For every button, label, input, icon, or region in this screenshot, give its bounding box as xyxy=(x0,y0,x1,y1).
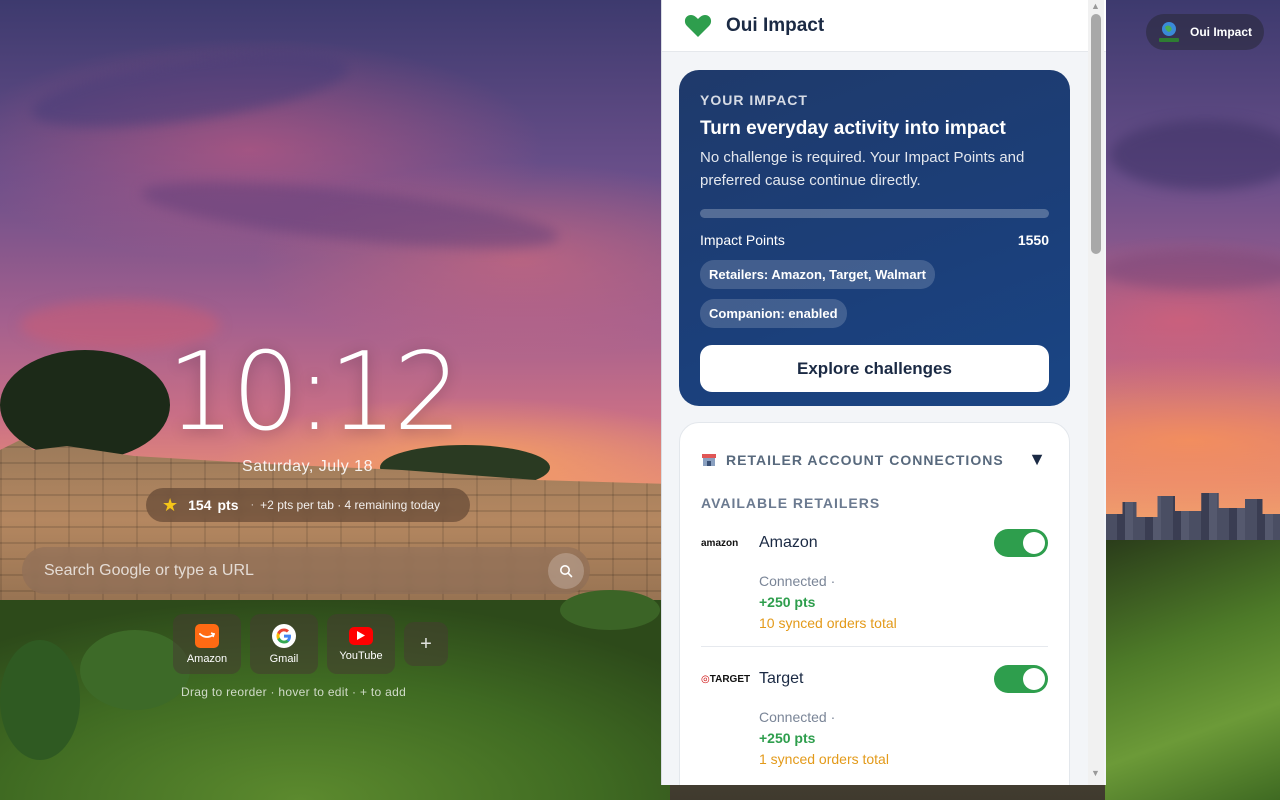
oui-impact-panel: Oui Impact YOUR IMPACT Turn everyday act… xyxy=(661,0,1106,785)
search-bar xyxy=(22,547,590,594)
impact-eyebrow: YOUR IMPACT xyxy=(700,92,808,108)
target-connection-toggle[interactable] xyxy=(994,665,1048,693)
retailers-chip: Retailers: Amazon, Target, Walmart xyxy=(700,260,935,289)
points-value: 154 xyxy=(188,497,212,513)
impact-points-row: Impact Points 1550 xyxy=(700,232,1049,248)
retailer-name: Target xyxy=(759,670,804,687)
retailer-row-amazon: amazon Amazon Connected · +250 pts 10 sy… xyxy=(701,511,1048,647)
google-icon xyxy=(272,623,296,648)
panel-header: Oui Impact xyxy=(662,0,1106,52)
impact-chips: Retailers: Amazon, Target, Walmart Compa… xyxy=(700,248,1049,328)
points-pill[interactable]: ★ 154 pts · +2 pts per tab · 4 remaining… xyxy=(146,488,470,522)
retailer-row-target: ◎TARGET Target Connected · +250 pts 1 sy… xyxy=(701,647,1048,782)
search-icon xyxy=(560,564,573,577)
bush xyxy=(560,590,660,630)
shortcut-amazon[interactable]: Amazon xyxy=(173,614,241,674)
star-icon: ★ xyxy=(162,494,179,515)
badge-label: Oui Impact xyxy=(1190,25,1253,39)
scroll-down-arrow-icon[interactable]: ▼ xyxy=(1091,768,1100,778)
impact-card: YOUR IMPACT Turn everyday activity into … xyxy=(679,70,1070,406)
amazon-logo: amazon xyxy=(701,537,739,549)
impact-description: No challenge is required. Your Impact Po… xyxy=(700,149,1025,189)
oui-impact-logo-icon xyxy=(1159,22,1179,42)
retailer-orders: 1 synced orders total xyxy=(759,751,889,767)
shortcuts-row: Amazon Gmail YouTube + xyxy=(173,614,448,674)
impact-points-value: 1550 xyxy=(1017,232,1049,248)
impact-title: Turn everyday activity into impact xyxy=(700,118,1006,139)
points-separator: · xyxy=(250,499,255,511)
shortcut-label: Amazon xyxy=(186,652,228,665)
companion-chip: Companion: enabled xyxy=(700,299,847,328)
search-button[interactable] xyxy=(548,552,584,589)
panel-title: Oui Impact xyxy=(726,14,825,36)
target-logo-text: TARGET xyxy=(709,673,751,685)
shortcut-label: Gmail xyxy=(269,652,299,665)
retailer-points: +250 pts xyxy=(759,730,816,746)
shortcut-label: YouTube xyxy=(339,649,383,662)
shortcut-gmail[interactable]: Gmail xyxy=(250,614,318,674)
clock-date: Saturday, July 18 xyxy=(242,458,373,475)
bush xyxy=(0,640,80,760)
points-detail: +2 pts per tab · 4 remaining today xyxy=(260,498,440,512)
retailer-points: +250 pts xyxy=(759,594,816,610)
retailer-status: Connected · xyxy=(759,709,836,725)
heart-icon xyxy=(684,14,712,37)
retailer-connections-card: RETAILER ACCOUNT CONNECTIONS ▼ AVAILABLE… xyxy=(679,422,1070,785)
retailer-status: Connected · xyxy=(759,573,836,589)
shortcut-youtube[interactable]: YouTube xyxy=(327,614,395,674)
add-shortcut-button[interactable]: + xyxy=(404,622,448,666)
amazon-connection-toggle[interactable] xyxy=(994,529,1048,557)
panel-scrollbar[interactable]: ▲ ▼ xyxy=(1088,0,1104,785)
grass-hill xyxy=(1105,540,1280,800)
retailer-connections-header[interactable]: RETAILER ACCOUNT CONNECTIONS ▼ xyxy=(701,449,1048,470)
search-input[interactable] xyxy=(44,561,548,580)
clock-time: 10:12 xyxy=(166,330,462,455)
impact-progress-bar xyxy=(700,209,1049,218)
target-logo: ◎TARGET xyxy=(701,673,751,685)
shortcut-hint: Drag to reorder · hover to edit · + to a… xyxy=(181,685,407,699)
retailer-connections-title: RETAILER ACCOUNT CONNECTIONS xyxy=(726,451,1004,468)
amazon-icon xyxy=(195,623,219,648)
impact-points-label: Impact Points xyxy=(700,232,785,248)
points-unit: pts xyxy=(217,497,239,513)
youtube-icon xyxy=(349,626,373,645)
oui-impact-badge[interactable]: Oui Impact xyxy=(1146,14,1264,50)
store-icon xyxy=(702,453,716,466)
explore-challenges-button[interactable]: Explore challenges xyxy=(700,345,1049,392)
retailer-orders: 10 synced orders total xyxy=(759,615,897,631)
collapse-caret-icon[interactable]: ▼ xyxy=(1028,449,1046,470)
scrollbar-thumb[interactable] xyxy=(1091,14,1101,254)
retailer-name: Amazon xyxy=(759,534,818,551)
scroll-up-arrow-icon[interactable]: ▲ xyxy=(1091,1,1100,11)
available-retailers-label: AVAILABLE RETAILERS xyxy=(701,495,881,511)
